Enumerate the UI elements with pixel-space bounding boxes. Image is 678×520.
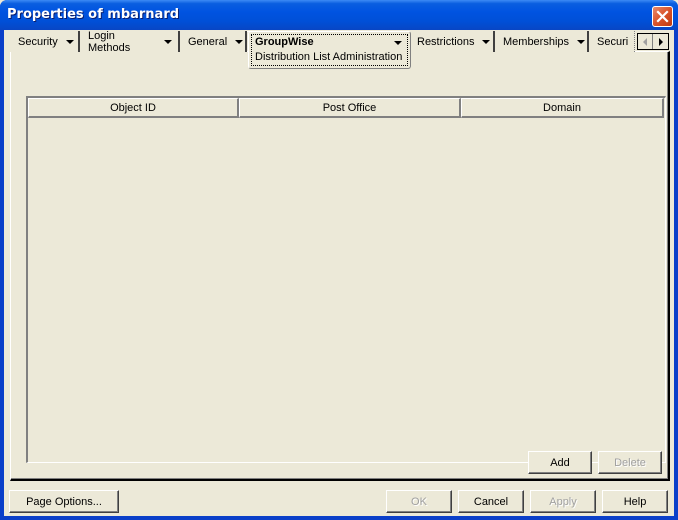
table-header: Object ID Post Office Domain — [28, 98, 664, 118]
ok-button[interactable]: OK — [386, 490, 452, 513]
cancel-button[interactable]: Cancel — [458, 490, 524, 513]
tab-scroll-buttons — [637, 33, 669, 50]
dropdown-arrow-icon — [577, 39, 586, 44]
scroll-right-icon — [658, 37, 663, 46]
delete-button[interactable]: Delete — [598, 451, 662, 474]
column-header-post-office[interactable]: Post Office — [239, 98, 461, 118]
window-title: Properties of mbarnard — [7, 7, 180, 22]
dropdown-arrow-icon — [482, 39, 491, 44]
dropdown-arrow-icon — [65, 39, 74, 44]
tab-label: General — [188, 35, 228, 48]
tab-label: GroupWise — [255, 36, 314, 48]
tab-restrictions[interactable]: Restrictions — [409, 31, 495, 52]
tab-security[interactable]: Security — [10, 31, 80, 52]
tab-memberships[interactable]: Memberships — [495, 31, 589, 52]
tab-security-equal-to-me[interactable]: Securi — [589, 31, 635, 52]
tab-label: Security — [18, 35, 58, 48]
tab-panel: Object ID Post Office Domain Add Delete — [10, 51, 670, 481]
distribution-list-table: Object ID Post Office Domain — [26, 96, 666, 463]
tab-scroll-right-button[interactable] — [653, 34, 668, 49]
title-bar[interactable]: Properties of mbarnard — [0, 0, 678, 30]
tab-label: Memberships — [503, 35, 570, 48]
tab-general[interactable]: General — [180, 31, 247, 52]
dropdown-arrow-icon — [235, 39, 244, 44]
tab-login-methods[interactable]: Login Methods — [80, 29, 180, 54]
add-button[interactable]: Add — [528, 451, 592, 474]
dialog-client-area: Object ID Post Office Domain Add Delete … — [4, 30, 674, 516]
close-icon — [656, 10, 669, 23]
tab-subpage-label: Distribution List Administration — [255, 51, 403, 63]
dropdown-arrow-icon — [164, 39, 172, 44]
tab-groupwise[interactable]: GroupWise Distribution List Administrati… — [248, 31, 411, 69]
page-options-button[interactable]: Page Options... — [9, 490, 119, 513]
tab-label: Login Methods — [88, 29, 131, 54]
properties-dialog: Properties of mbarnard Object ID Post Of… — [0, 0, 678, 520]
scroll-left-icon — [643, 37, 647, 46]
close-button[interactable] — [652, 6, 673, 27]
help-button[interactable]: Help — [602, 490, 668, 513]
apply-button[interactable]: Apply — [530, 490, 596, 513]
tab-label: Restrictions — [417, 35, 475, 48]
column-header-domain[interactable]: Domain — [461, 98, 664, 118]
dropdown-arrow-icon — [394, 41, 402, 45]
column-header-object-id[interactable]: Object ID — [28, 98, 239, 118]
tab-scroll-left-button[interactable] — [638, 34, 653, 49]
tab-label: Securi — [597, 35, 629, 48]
